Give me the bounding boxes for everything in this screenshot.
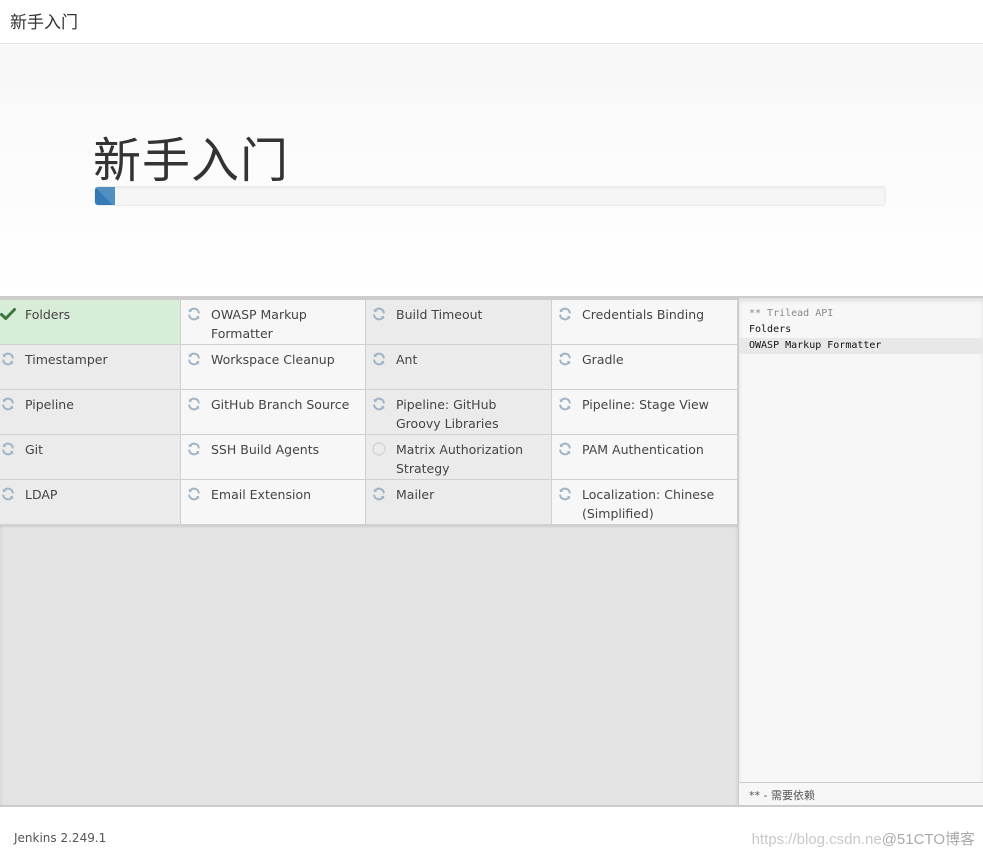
plugin-item: Pipeline: GitHub Groovy Libraries <box>366 390 552 435</box>
plugin-name: Ant <box>396 352 418 367</box>
refresh-icon <box>0 351 16 367</box>
plugin-name: OWASP Markup Formatter <box>211 307 307 341</box>
install-log-panel[interactable]: ** Trilead API Folders OWASP Markup Format… <box>738 296 983 805</box>
jumbotron: 新手入门 <box>0 45 983 296</box>
log-legend: ** - 需要依赖 <box>739 782 983 805</box>
jenkins-version: Jenkins 2.249.1 <box>14 831 107 845</box>
refresh-icon <box>186 351 202 367</box>
plugin-grid: Folders OWASP Markup Formatter Build Timeo… <box>0 300 738 525</box>
plugin-item: LDAP <box>0 480 181 525</box>
refresh-icon <box>186 441 202 457</box>
refresh-icon <box>557 441 573 457</box>
refresh-icon <box>0 486 16 502</box>
refresh-icon <box>557 486 573 502</box>
pending-circle-icon <box>371 441 387 457</box>
plugin-name: GitHub Branch Source <box>211 397 350 412</box>
refresh-icon <box>0 396 16 412</box>
plugin-name: Git <box>25 442 44 457</box>
plugin-name: SSH Build Agents <box>211 442 320 457</box>
refresh-icon <box>557 351 573 367</box>
log-line: OWASP Markup Formatter <box>739 338 983 354</box>
plugin-item: Credentials Binding <box>552 300 738 345</box>
plugin-item: Email Extension <box>181 480 366 525</box>
plugin-item: Mailer <box>366 480 552 525</box>
plugin-item: GitHub Branch Source <box>181 390 366 435</box>
plugin-item: PAM Authentication <box>552 435 738 480</box>
plugin-name: Matrix Authorization Strategy <box>396 442 524 476</box>
install-progress <box>94 186 886 206</box>
plugin-grid-shadow <box>0 525 738 529</box>
plugin-item: Git <box>0 435 181 480</box>
watermark: https://blog.csdn.ne@51CTO博客 <box>752 828 975 849</box>
check-icon <box>0 306 16 322</box>
plugin-item: Ant <box>366 345 552 390</box>
page-title: 新手入门 <box>93 133 290 189</box>
plugin-item: Timestamper <box>0 345 181 390</box>
plugin-name: Mailer <box>396 487 435 502</box>
modal-title: 新手入门 <box>10 13 78 33</box>
footer: Jenkins 2.249.1 https://blog.csdn.ne@51C… <box>0 807 983 856</box>
refresh-icon <box>186 306 202 322</box>
install-log: ** Trilead API Folders OWASP Markup Format… <box>739 306 983 354</box>
plugin-item: Build Timeout <box>366 300 552 345</box>
plugin-item: Gradle <box>552 345 738 390</box>
refresh-icon <box>557 306 573 322</box>
plugin-name: Email Extension <box>211 487 312 502</box>
refresh-icon <box>186 486 202 502</box>
plugin-name: LDAP <box>25 487 58 502</box>
plugin-name: Build Timeout <box>396 307 483 322</box>
plugin-name: Timestamper <box>25 352 108 367</box>
plugin-name: Gradle <box>582 352 624 367</box>
log-line: Folders <box>749 324 792 335</box>
plugin-name: Pipeline: GitHub Groovy Libraries <box>396 397 499 431</box>
refresh-icon <box>0 441 16 457</box>
plugin-name: Folders <box>25 307 71 322</box>
plugin-name: Pipeline: Stage View <box>582 397 709 412</box>
refresh-icon <box>186 396 202 412</box>
refresh-icon <box>371 306 387 322</box>
plugin-name: PAM Authentication <box>582 442 704 457</box>
plugin-item: Pipeline: Stage View <box>552 390 738 435</box>
refresh-icon <box>371 486 387 502</box>
watermark-url: https://blog.csdn.ne <box>751 831 882 848</box>
plugin-list-area: Folders OWASP Markup Formatter Build Timeo… <box>0 296 738 805</box>
plugin-item: Localization: Chinese (Simplified) <box>552 480 738 525</box>
plugin-item: SSH Build Agents <box>181 435 366 480</box>
watermark-brand: @51CTO博客 <box>881 831 975 848</box>
plugin-name: Credentials Binding <box>582 307 705 322</box>
refresh-icon <box>371 351 387 367</box>
plugin-item: OWASP Markup Formatter <box>181 300 366 345</box>
install-progress-bar <box>95 187 115 205</box>
plugin-name: Localization: Chinese (Simplified) <box>582 487 715 521</box>
plugin-name: Workspace Cleanup <box>211 352 335 367</box>
refresh-icon <box>371 396 387 412</box>
plugin-item: Matrix Authorization Strategy <box>366 435 552 480</box>
plugin-item: Folders <box>0 300 181 345</box>
refresh-icon <box>557 396 573 412</box>
log-line: ** Trilead API <box>749 308 834 319</box>
modal-header: 新手入门 <box>0 0 983 44</box>
plugin-name: Pipeline <box>25 397 74 412</box>
plugin-item: Workspace Cleanup <box>181 345 366 390</box>
plugin-item: Pipeline <box>0 390 181 435</box>
